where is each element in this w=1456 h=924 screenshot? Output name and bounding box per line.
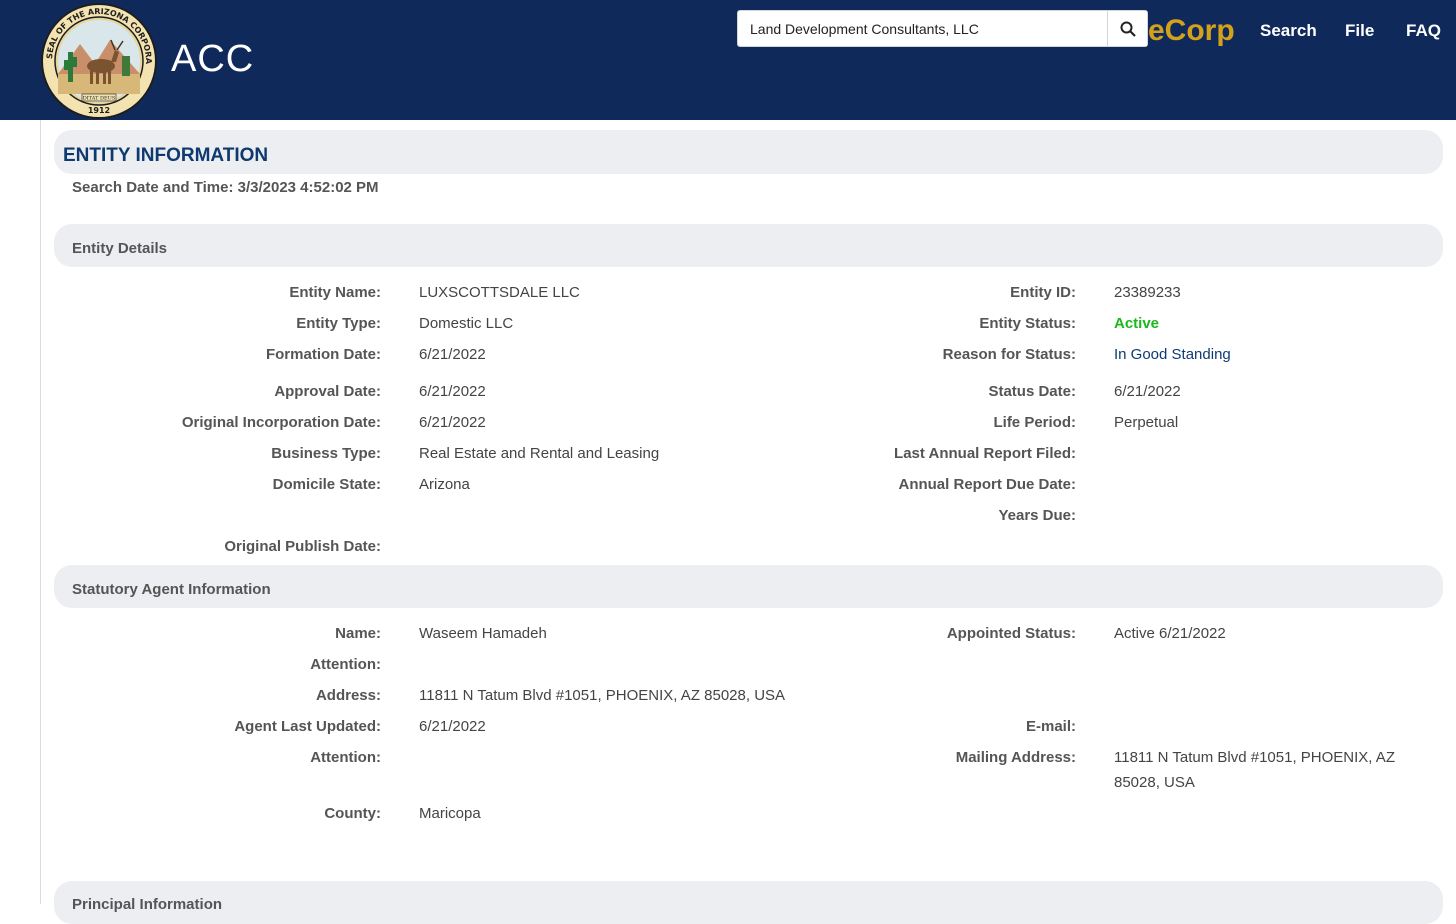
page-title: ENTITY INFORMATION bbox=[63, 145, 269, 166]
nav-search[interactable]: Search bbox=[1260, 21, 1317, 41]
original-incorporation-date-value: 6/21/2022 bbox=[419, 414, 486, 431]
main-content: ENTITY INFORMATION Search Date and Time:… bbox=[40, 120, 1456, 924]
entity-details-title: Entity Details bbox=[72, 240, 168, 257]
svg-text:DITAT DEUS: DITAT DEUS bbox=[83, 96, 116, 102]
last-annual-report-filed-label: Last Annual Report Filed: bbox=[894, 445, 1076, 462]
entity-details-header-bar bbox=[54, 224, 1443, 267]
appointed-status-label: Appointed Status: bbox=[946, 625, 1076, 642]
principal-information-header-bar bbox=[54, 881, 1443, 924]
business-type-label: Business Type: bbox=[271, 445, 381, 462]
mailing-attention-label: Attention: bbox=[310, 749, 381, 766]
nav-file[interactable]: File bbox=[1345, 21, 1374, 41]
svg-text:1912: 1912 bbox=[88, 106, 110, 115]
search-date-time: Search Date and Time: 3/3/2023 4:52:02 P… bbox=[72, 179, 379, 196]
status-date-label: Status Date: bbox=[988, 383, 1076, 400]
approval-date-value: 6/21/2022 bbox=[419, 383, 486, 400]
site-header: DITAT DEUS 1912 SEAL OF THE ARIZONA CORP… bbox=[0, 0, 1456, 120]
entity-name-value: LUXSCOTTSDALE LLC bbox=[419, 284, 580, 301]
original-incorporation-date-label: Original Incorporation Date: bbox=[181, 414, 381, 431]
entity-id-value: 23389233 bbox=[1114, 284, 1181, 301]
arizona-corporation-commission-seal[interactable]: DITAT DEUS 1912 SEAL OF THE ARIZONA CORP… bbox=[40, 2, 158, 120]
mailing-address-label: Mailing Address: bbox=[955, 749, 1076, 766]
entity-search-box bbox=[737, 10, 1148, 47]
reason-for-status-label: Reason for Status: bbox=[942, 346, 1076, 363]
formation-date-label: Formation Date: bbox=[265, 346, 381, 363]
agent-name-label: Name: bbox=[335, 625, 381, 642]
agent-name-value: Waseem Hamadeh bbox=[419, 625, 547, 642]
business-type-value: Real Estate and Rental and Leasing bbox=[419, 445, 660, 462]
status-date-value: 6/21/2022 bbox=[1114, 383, 1181, 400]
email-label: E-mail: bbox=[1025, 718, 1076, 735]
agent-address-label: Address: bbox=[315, 687, 381, 704]
approval-date-label: Approval Date: bbox=[274, 383, 381, 400]
entity-search-input[interactable] bbox=[738, 11, 1108, 46]
entity-id-label: Entity ID: bbox=[1010, 284, 1076, 301]
entity-status-label: Entity Status: bbox=[979, 315, 1076, 332]
agent-last-updated-label: Agent Last Updated: bbox=[234, 718, 381, 735]
brand-name[interactable]: ACC bbox=[171, 38, 254, 81]
annual-report-due-date-label: Annual Report Due Date: bbox=[898, 476, 1076, 493]
statutory-agent-title: Statutory Agent Information bbox=[72, 581, 271, 598]
original-publish-date-label: Original Publish Date: bbox=[224, 538, 381, 555]
entity-name-label: Entity Name: bbox=[289, 284, 381, 301]
domicile-state-value: Arizona bbox=[419, 476, 470, 493]
entity-type-label: Entity Type: bbox=[296, 315, 381, 332]
county-label: County: bbox=[324, 805, 381, 822]
entity-status-value: Active bbox=[1114, 315, 1160, 332]
nav-faq[interactable]: FAQ bbox=[1406, 21, 1441, 41]
search-button[interactable] bbox=[1107, 11, 1147, 46]
mailing-address-value: 11811 N Tatum Blvd #1051, PHOENIX, AZ 85… bbox=[1114, 749, 1395, 791]
reason-for-status-value: In Good Standing bbox=[1114, 346, 1231, 363]
life-period-label: Life Period: bbox=[993, 414, 1076, 431]
years-due-label: Years Due: bbox=[998, 507, 1076, 524]
principal-information-title: Principal Information bbox=[72, 896, 223, 913]
entity-type-value: Domestic LLC bbox=[419, 315, 514, 332]
agent-address-value: 11811 N Tatum Blvd #1051, PHOENIX, AZ 85… bbox=[419, 687, 786, 704]
agent-last-updated-value: 6/21/2022 bbox=[419, 718, 486, 735]
county-value: Maricopa bbox=[419, 805, 481, 822]
domicile-state-label: Domicile State: bbox=[272, 476, 381, 493]
life-period-value: Perpetual bbox=[1114, 414, 1179, 431]
appointed-status-value: Active 6/21/2022 bbox=[1114, 625, 1226, 642]
ecorp-logo-text[interactable]: eCorp bbox=[1148, 14, 1235, 48]
agent-attention-label: Attention: bbox=[310, 656, 381, 673]
search-icon bbox=[1120, 21, 1136, 37]
formation-date-value: 6/21/2022 bbox=[419, 346, 486, 363]
